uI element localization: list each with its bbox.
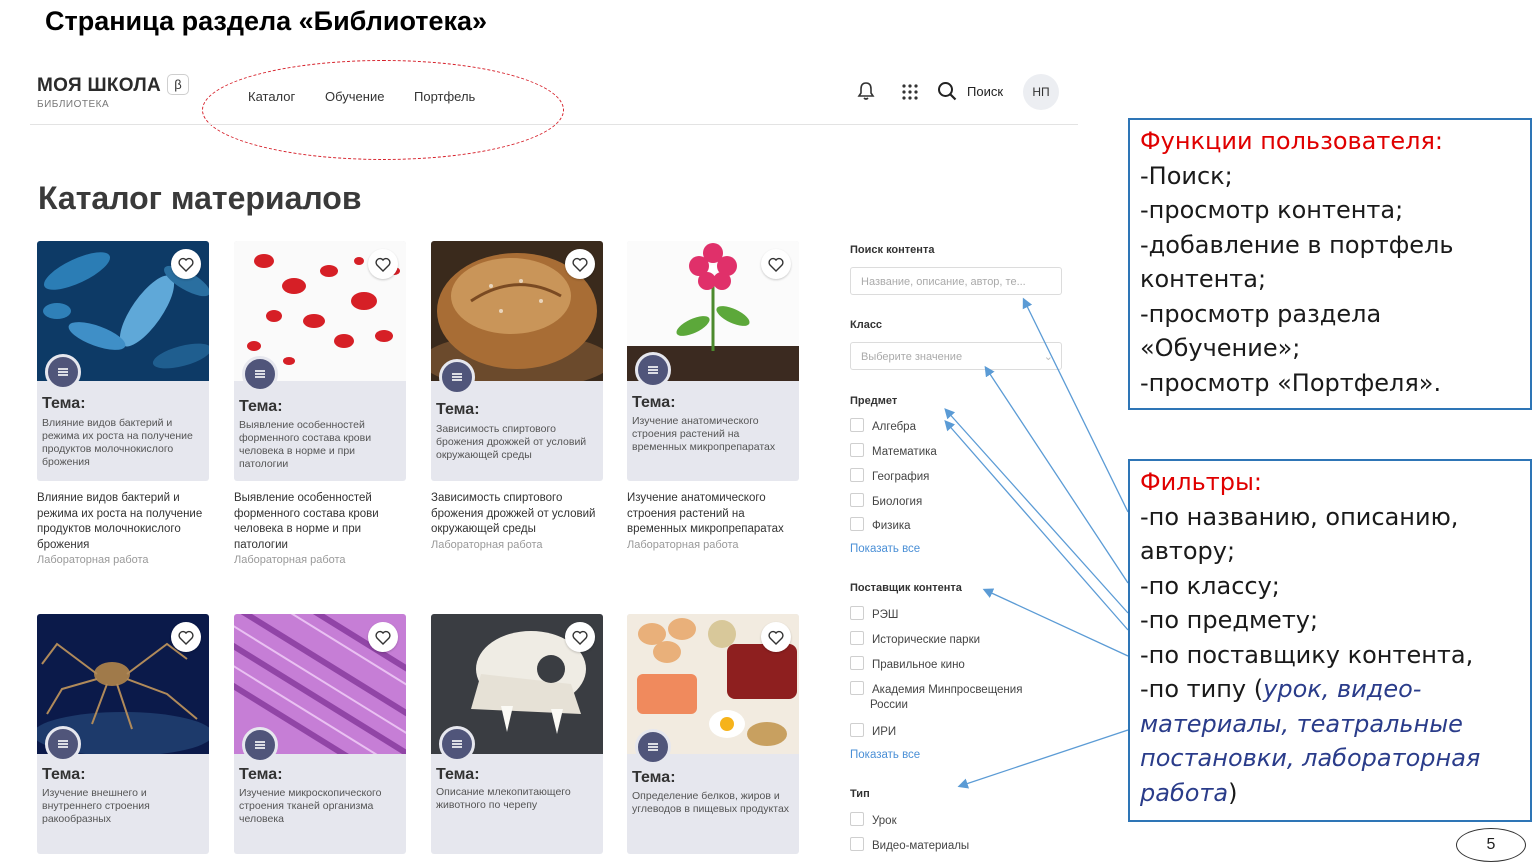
filters-type-line: работа) [1140,778,1238,807]
filters-line: -по поставщику контента, [1140,640,1474,669]
filters-line: -по предмету; [1140,606,1319,634]
functions-line: -просмотр контента; [1140,196,1404,224]
functions-line: -Поиск; [1140,161,1233,190]
functions-line: -просмотр раздела [1140,299,1382,328]
filters-title: Фильтры: [1140,468,1262,496]
filters-type-line: -по типу (урок, видео- [1140,675,1422,703]
functions-line: контента; [1140,265,1267,293]
filters-line: -по названию, описанию, [1140,502,1459,531]
filters-line: -по классу; [1140,571,1280,600]
filters-line: автору; [1140,537,1236,565]
functions-title: Функции пользователя: [1140,127,1443,155]
functions-line: -добавление в портфель [1140,230,1454,259]
user-functions-box: Функции пользователя: -Поиск; -просмотр … [1128,118,1532,410]
functions-line: «Обучение»; [1140,334,1301,362]
functions-line: -просмотр «Портфеля». [1140,368,1442,397]
page-number: 5 [1456,828,1526,862]
filters-type-line: материалы, театральные [1140,709,1463,738]
filters-type-line: постановки, лабораторная [1140,744,1481,772]
filters-box: Фильтры: -по названию, описанию, автору;… [1128,459,1532,822]
